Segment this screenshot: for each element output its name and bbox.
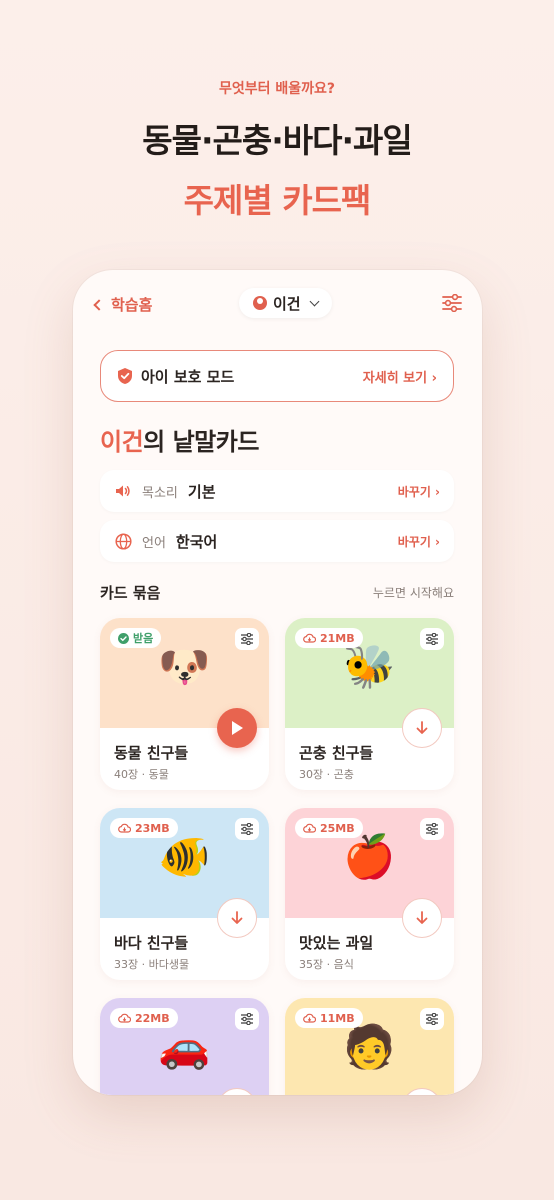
- cloud-download-icon: [303, 633, 316, 643]
- child-name: 이건: [100, 428, 144, 456]
- card-meta: 33장 · 바다생물: [114, 958, 190, 971]
- sliders-icon: [425, 1010, 439, 1029]
- badge-label: 23MB: [135, 821, 170, 835]
- safe-mode-label: 아이 보호 모드: [141, 367, 235, 386]
- sliders-icon: [425, 820, 439, 839]
- speaker-icon: [114, 482, 132, 500]
- card-options-button[interactable]: [420, 818, 444, 840]
- safe-mode-detail-link[interactable]: 자세히 보기 ›: [363, 367, 437, 386]
- promo-subtitle: 주제별 카드팩: [183, 181, 372, 220]
- profile-selector[interactable]: 이건: [239, 288, 332, 318]
- download-status-badge: 22MB: [110, 1008, 178, 1028]
- shield-icon: [118, 368, 132, 384]
- cloud-download-icon: [303, 823, 316, 833]
- sliders-icon: [425, 630, 439, 649]
- badge-label: 11MB: [320, 1011, 355, 1025]
- cloud-download-icon: [303, 1013, 316, 1023]
- card-meta: 30장 · 곤충: [299, 768, 354, 781]
- download-button[interactable]: [217, 898, 257, 938]
- cloud-download-icon: [118, 1013, 131, 1023]
- language-setting-row[interactable]: 언어 한국어 바꾸기 ›: [100, 520, 454, 562]
- sliders-icon: [240, 1010, 254, 1029]
- download-status-badge: 받음: [110, 628, 162, 648]
- card-pack[interactable]: 🐠 23MB 바다 친구들 33장 · 바다생물: [100, 808, 269, 980]
- play-button[interactable]: [217, 708, 257, 748]
- profile-name: 이건: [273, 294, 301, 313]
- download-status-badge: 21MB: [295, 628, 363, 648]
- chevron-left-icon: [93, 298, 105, 311]
- download-status-badge: 25MB: [295, 818, 363, 838]
- voice-value: 기본: [187, 482, 216, 501]
- chevron-down-icon: [309, 296, 320, 306]
- card-pack[interactable]: 🚗 22MB: [100, 998, 269, 1095]
- settings-sliders-icon[interactable]: [442, 294, 462, 312]
- play-icon: [232, 721, 243, 735]
- card-pack[interactable]: 🐶 받음 동물 친구들 40장 · 동물: [100, 618, 269, 790]
- arrow-down-icon: [416, 721, 428, 734]
- card-meta: 40장 · 동물: [114, 768, 169, 781]
- card-pack-section-header: 카드 묶음 누르면 시작해요: [100, 582, 454, 603]
- badge-label: 22MB: [135, 1011, 170, 1025]
- sliders-icon: [240, 630, 254, 649]
- arrow-down-icon: [416, 911, 428, 924]
- card-title: 맛있는 과일: [299, 934, 374, 952]
- card-options-button[interactable]: [420, 1008, 444, 1030]
- badge-label: 받음: [133, 632, 154, 645]
- download-status-badge: 11MB: [295, 1008, 363, 1028]
- back-button[interactable]: 학습홈: [93, 294, 153, 315]
- child-safe-mode-banner[interactable]: 아이 보호 모드 자세히 보기 ›: [100, 350, 454, 402]
- promo-title: 동물·곤충·바다·과일: [142, 121, 413, 160]
- check-circle-icon: [118, 632, 129, 644]
- arrow-down-icon: [231, 911, 243, 924]
- phone-frame: 학습홈 이건 아이 보호 모드 자세히 보기 › 이건의 낱말카드 목소리 기본…: [73, 270, 482, 1095]
- badge-label: 21MB: [320, 631, 355, 645]
- globe-icon: [114, 532, 132, 550]
- card-title: 곤충 친구들: [299, 744, 374, 762]
- card-meta: 35장 · 음식: [299, 958, 354, 971]
- section-title: 카드 묶음: [100, 584, 161, 602]
- voice-setting-row[interactable]: 목소리 기본 바꾸기 ›: [100, 470, 454, 512]
- card-pack[interactable]: 🧑 11MB: [285, 998, 454, 1095]
- card-title: 동물 친구들: [114, 744, 189, 762]
- card-options-button[interactable]: [235, 1008, 259, 1030]
- page-title: 이건의 낱말카드: [100, 422, 259, 457]
- back-label: 학습홈: [111, 296, 153, 314]
- badge-label: 25MB: [320, 821, 355, 835]
- avatar-icon: [253, 296, 267, 310]
- card-pack[interactable]: 🍎 25MB 맛있는 과일 35장 · 음식: [285, 808, 454, 980]
- card-options-button[interactable]: [235, 628, 259, 650]
- cloud-download-icon: [118, 823, 131, 833]
- page-title-suffix: 의 낱말카드: [143, 428, 259, 456]
- sliders-icon: [240, 820, 254, 839]
- language-key: 언어: [142, 535, 166, 551]
- section-hint: 누르면 시작해요: [372, 586, 454, 600]
- card-options-button[interactable]: [420, 628, 444, 650]
- language-change-button[interactable]: 바꾸기 ›: [398, 533, 440, 550]
- download-button[interactable]: [402, 898, 442, 938]
- language-value: 한국어: [175, 532, 218, 551]
- promo-eyebrow: 무엇부터 배울까요?: [218, 81, 336, 97]
- card-pack[interactable]: 🐝 21MB 곤충 친구들 30장 · 곤충: [285, 618, 454, 790]
- card-title: 바다 친구들: [114, 934, 189, 952]
- voice-change-button[interactable]: 바꾸기 ›: [398, 483, 440, 500]
- download-button[interactable]: [402, 708, 442, 748]
- voice-key: 목소리: [142, 485, 178, 501]
- card-options-button[interactable]: [235, 818, 259, 840]
- download-status-badge: 23MB: [110, 818, 178, 838]
- top-bar: 학습홈 이건: [73, 288, 482, 320]
